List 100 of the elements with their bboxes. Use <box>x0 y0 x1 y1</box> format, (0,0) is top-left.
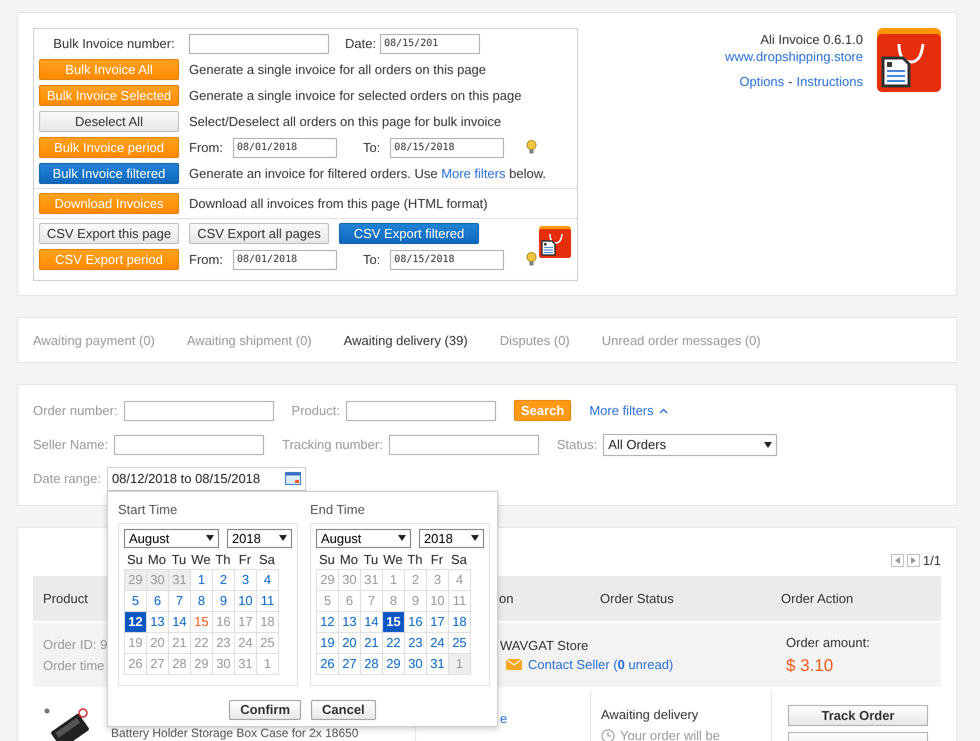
contact-seller-link[interactable]: Contact Seller (0 unread) <box>528 657 674 672</box>
product-link[interactable]: e <box>500 711 508 726</box>
order-time: Order time <box>43 658 104 673</box>
app-title: Ali Invoice 0.6.1.0 <box>760 32 863 47</box>
calendar-day[interactable]: 1 <box>256 652 279 674</box>
order-number-field[interactable] <box>124 400 274 420</box>
column-header: on <box>499 591 514 606</box>
weekday-label: We <box>382 552 404 566</box>
description: Download all invoices from this page (HTML format) <box>189 196 488 211</box>
from-date-field[interactable]: 08/01/2018 <box>232 138 337 158</box>
calendar-day[interactable]: 29 <box>316 568 339 590</box>
track-order-button[interactable]: Track Order <box>788 705 928 726</box>
calendar-icon[interactable] <box>284 472 301 485</box>
weekday-label: Th <box>406 552 424 566</box>
site-link[interactable]: www.dropshipping.store <box>724 49 863 64</box>
month-select[interactable]: August <box>124 528 219 548</box>
export-button[interactable]: CSV Export filtered <box>339 223 479 244</box>
page-indicator: 1/1 <box>922 552 941 568</box>
to-label: To: <box>362 252 380 267</box>
calendar-title: Start Time <box>118 502 178 516</box>
lightbulb-icon[interactable] <box>526 140 538 155</box>
logo-icon <box>539 226 571 258</box>
weekday-label: Su <box>126 552 144 566</box>
product-field[interactable] <box>346 400 496 420</box>
export-button[interactable]: CSV Export all pages <box>189 223 329 244</box>
calendar-day[interactable]: 4 <box>448 568 471 590</box>
status-select[interactable]: All Orders <box>603 434 778 456</box>
status-tab[interactable]: Awaiting shipment (0) <box>186 332 312 348</box>
to-date-field[interactable]: 08/15/2018 <box>390 250 504 270</box>
weekday-label: Tu <box>362 552 380 566</box>
export-button[interactable]: CSV Export this page <box>39 223 179 244</box>
caret-icon <box>278 535 287 541</box>
to-label: To: <box>362 140 380 155</box>
column-header: Product <box>43 591 88 606</box>
caret-icon <box>470 535 479 541</box>
clock-icon <box>601 728 615 741</box>
status-tab[interactable]: Disputes (0) <box>500 332 570 348</box>
month-select[interactable]: August <box>316 528 411 548</box>
weekday-label: Sa <box>450 552 468 566</box>
product-title[interactable]: Battery Holder Storage Box Case for 2x 18650 <box>111 727 358 741</box>
product-label: Product: <box>292 403 340 418</box>
weekday-label: Mo <box>338 552 359 566</box>
order-id: Order ID: 9 <box>43 637 108 652</box>
seller-name-label: Seller Name: <box>33 437 108 452</box>
caret-icon <box>764 442 772 448</box>
description: Select/Deselect all orders on this page for bulk invoice <box>189 114 502 129</box>
options-link[interactable]: Options <box>739 74 784 89</box>
chevron-up-icon[interactable] <box>658 408 668 414</box>
caret-icon <box>206 535 214 541</box>
weekday-label: Mo <box>146 552 167 566</box>
caret-left-icon <box>894 556 900 564</box>
to-date-field[interactable]: 08/15/2018 <box>390 138 504 158</box>
seller-name-field[interactable] <box>114 434 264 454</box>
year-select[interactable]: 2018 <box>226 528 292 548</box>
status-label: Status: <box>556 437 598 452</box>
order-number-label: Order number: <box>33 403 118 418</box>
link-separator: - <box>788 74 793 89</box>
description: Generate a single invoice for all orders on this page <box>189 62 486 77</box>
invoice-number-label: Bulk Invoice number: <box>52 36 176 51</box>
date-range-label: Date range: <box>33 471 101 486</box>
date-field[interactable]: 08/15/201 <box>380 34 480 54</box>
instructions-link[interactable]: Instructions <box>796 74 863 89</box>
description: Generate a single invoice for selected orders on this page <box>189 88 522 103</box>
invoice-number-field[interactable] <box>189 34 329 54</box>
column-header: Order Action <box>781 591 854 606</box>
action-button[interactable]: Deselect All <box>39 111 179 132</box>
order-amount: $ 3.10 <box>786 656 834 676</box>
status-tab[interactable]: Awaiting payment (0) <box>33 332 155 348</box>
from-date-field[interactable]: 08/01/2018 <box>232 250 337 270</box>
more-filters-link[interactable]: More filters <box>441 166 506 181</box>
from-label: From: <box>189 252 223 267</box>
lightbulb-icon[interactable] <box>526 252 538 267</box>
envelope-icon <box>506 659 522 670</box>
status-note: Your order will be <box>620 728 720 741</box>
caret-icon <box>398 535 406 541</box>
next-page-button[interactable] <box>906 554 920 566</box>
weekday-label: Th <box>214 552 232 566</box>
logo-icon <box>877 28 941 92</box>
tracking-number-field[interactable] <box>388 434 539 454</box>
previous-page-button[interactable] <box>890 554 904 566</box>
action-button[interactable]: Bulk Invoice filtered <box>39 163 179 184</box>
calendar-day[interactable]: 15 <box>382 610 405 632</box>
cancel-button[interactable]: Cancel <box>311 700 376 720</box>
calendar-day[interactable]: 4 <box>256 568 279 590</box>
status-tab[interactable]: Awaiting delivery (39) <box>344 332 468 348</box>
order-status: Awaiting delivery <box>601 707 698 722</box>
store-name: WAVGAT Store <box>500 638 588 653</box>
weekday-label: Fr <box>430 552 444 566</box>
year-select[interactable]: 2018 <box>418 528 484 548</box>
calendar-day[interactable]: 26 <box>316 652 339 674</box>
status-tab[interactable]: Unread order messages (0) <box>602 332 761 348</box>
calendar-day[interactable]: 12 <box>124 610 147 632</box>
caret-right-icon <box>910 556 916 564</box>
weekday-label: Su <box>318 552 336 566</box>
tracking-number-label: Tracking number: <box>282 437 383 452</box>
calendar-day[interactable]: 26 <box>124 652 147 674</box>
more-filters-link[interactable]: More filters <box>589 403 654 418</box>
calendar-title: End Time <box>310 502 366 516</box>
confirm-button[interactable]: Confirm <box>229 700 302 720</box>
column-header: Order Status <box>600 591 674 606</box>
